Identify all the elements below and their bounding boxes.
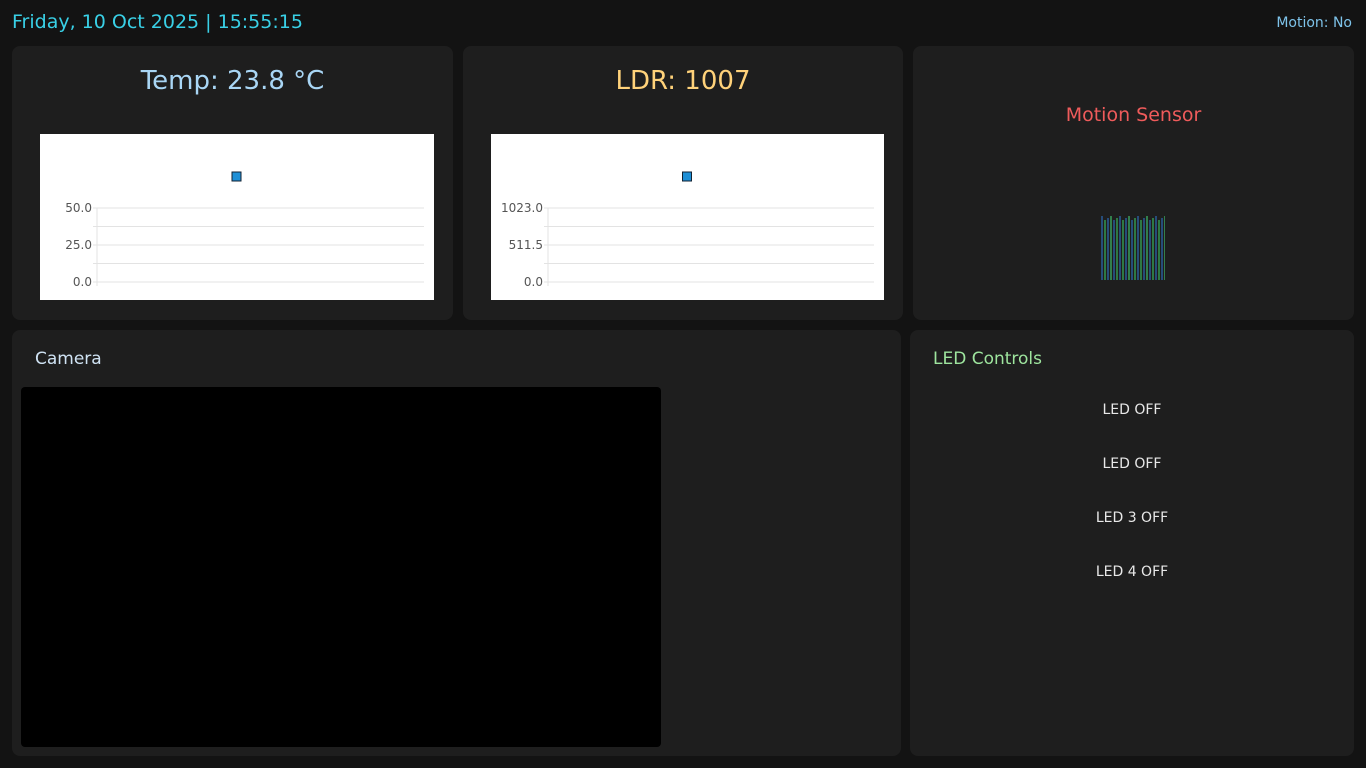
temperature-chart-y-tick-label: 0.0 xyxy=(73,275,92,289)
ldr-card: LDR: 1007 1023.0 511.5 0.0 xyxy=(463,46,903,320)
camera-title: Camera xyxy=(35,349,102,369)
led-3-toggle-button[interactable]: LED 3 OFF xyxy=(910,510,1354,526)
ldr-chart-y-tick-label: 0.0 xyxy=(524,275,543,289)
temperature-chart: 50.0 25.0 0.0 xyxy=(40,134,434,300)
temperature-chart-y-tick-label: 25.0 xyxy=(65,238,92,252)
header-bar: Friday, 10 Oct 2025 | 15:55:15 Motion: N… xyxy=(0,0,1366,46)
ldr-chart: 1023.0 511.5 0.0 xyxy=(491,134,884,300)
ldr-chart-legend-marker xyxy=(682,171,692,182)
temperature-chart-legend-marker xyxy=(231,171,242,182)
led-1-toggle-button[interactable]: LED OFF xyxy=(910,402,1354,418)
temperature-card: Temp: 23.8 °C 50.0 25.0 0.0 xyxy=(12,46,453,320)
camera-feed xyxy=(21,387,661,747)
ldr-chart-y-tick-label: 511.5 xyxy=(509,238,543,252)
led-controls-card: LED Controls LED OFF LED OFF LED 3 OFF L… xyxy=(910,330,1354,756)
ldr-chart-y-tick-label: 1023.0 xyxy=(501,201,543,215)
motion-card: Motion Sensor xyxy=(913,46,1354,320)
temperature-chart-y-tick-label: 50.0 xyxy=(65,201,92,215)
datetime-display: Friday, 10 Oct 2025 | 15:55:15 xyxy=(12,11,303,33)
led-4-toggle-button[interactable]: LED 4 OFF xyxy=(910,564,1354,580)
temperature-chart-svg: 50.0 25.0 0.0 xyxy=(65,171,424,289)
temperature-reading: Temp: 23.8 °C xyxy=(140,66,325,96)
led-controls-title: LED Controls xyxy=(933,349,1043,369)
ldr-chart-svg: 1023.0 511.5 0.0 xyxy=(501,171,874,289)
motion-waveform-icon xyxy=(1101,216,1165,280)
motion-status-text: Motion: No xyxy=(1276,15,1352,31)
motion-sensor-title: Motion Sensor xyxy=(1065,104,1202,126)
led-2-toggle-button[interactable]: LED OFF xyxy=(910,456,1354,472)
camera-card: Camera xyxy=(12,330,901,756)
ldr-reading: LDR: 1007 xyxy=(615,66,751,96)
